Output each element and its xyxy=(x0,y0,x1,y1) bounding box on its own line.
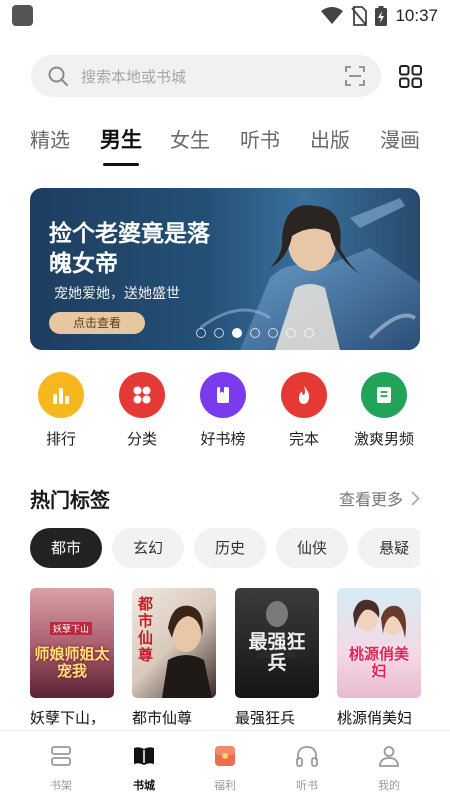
hot-tags-title: 热门标签 xyxy=(30,488,110,512)
entry-good-books-circle xyxy=(200,372,246,418)
tab-featured[interactable]: 精选 xyxy=(30,124,70,153)
book-cover: 最强狂兵 xyxy=(235,588,319,698)
nav-label: 书架 xyxy=(50,779,72,792)
cover-title: 最强狂兵 xyxy=(248,631,306,674)
status-bar: 10:37 xyxy=(0,0,450,32)
nav-bookstore[interactable]: 书城 xyxy=(114,743,174,793)
book-title: 桃源俏美妇 xyxy=(337,709,413,727)
entry-ranking[interactable]: 排行 xyxy=(21,372,101,449)
bookstore-icon xyxy=(134,747,154,765)
tag-chip-city[interactable]: 都市 xyxy=(30,528,103,568)
entry-good-books[interactable]: 好书榜 xyxy=(183,372,263,449)
entry-label: 完本 xyxy=(288,430,319,448)
search-bar[interactable]: 搜索本地或书城 xyxy=(31,55,381,97)
promo-banner[interactable]: 捡个老婆竟是落魄女帝 宠她爱她，送她盛世 点击查看 xyxy=(30,188,420,350)
book-card[interactable]: 最强狂兵 最强狂兵 xyxy=(235,588,319,728)
book-cover: 桃源俏美妇 xyxy=(337,588,421,698)
entry-male-hot[interactable]: 激爽男频 xyxy=(344,372,424,449)
entry-completed-circle xyxy=(281,372,327,418)
book-card[interactable]: 都市仙尊 都市仙尊 xyxy=(132,588,216,728)
book-cover: 都市仙尊 xyxy=(132,588,216,698)
profile-icon xyxy=(379,746,399,767)
search-icon xyxy=(48,66,68,86)
banner-dot[interactable] xyxy=(250,328,260,338)
tab-audiobook[interactable]: 听书 xyxy=(240,124,280,153)
banner-subtitle: 宠她爱她，送她盛世 xyxy=(54,286,180,302)
view-more-link[interactable]: 查看更多 xyxy=(339,486,420,510)
tag-chip-fantasy[interactable]: 玄幻 xyxy=(112,528,185,568)
book-list: 妖孽下山 师娘师姐太宠我 妖孽下山， 都市仙尊 都市仙尊 最强狂兵 最强狂兵 桃… xyxy=(30,588,450,730)
banner-view-button[interactable]: 点击查看 xyxy=(49,312,145,334)
nav-profile[interactable]: 我的 xyxy=(359,743,419,793)
book-title: 妖孽下山， xyxy=(30,709,106,727)
banner-title: 捡个老婆竟是落魄女帝 xyxy=(49,221,210,277)
entry-ranking-circle xyxy=(38,372,84,418)
bar-chart-icon xyxy=(53,388,69,404)
bookmark-icon xyxy=(217,387,229,403)
cover-top-text: 妖孽下山 xyxy=(50,622,93,635)
entry-category[interactable]: 分类 xyxy=(102,372,182,449)
book-card[interactable]: 桃源俏美妇 桃源俏美妇 xyxy=(337,588,421,728)
banner-dot[interactable] xyxy=(286,328,296,338)
cover-title: 桃源俏美妇 xyxy=(348,645,409,680)
nav-audiobook[interactable]: 听书 xyxy=(277,743,337,793)
nav-bookshelf[interactable]: 书架 xyxy=(31,743,91,793)
nav-label: 我的 xyxy=(378,779,400,792)
book-icon xyxy=(377,387,391,403)
quick-entries: 排行 分类 好书榜 完本 激爽男频 xyxy=(0,372,450,452)
wifi-icon xyxy=(321,7,344,24)
cover-figure xyxy=(162,605,212,698)
clock: 10:37 xyxy=(395,6,438,25)
nav-label: 书城 xyxy=(133,779,155,792)
nav-welfare[interactable]: 福利 xyxy=(195,743,255,793)
tag-chip-history[interactable]: 历史 xyxy=(194,528,267,568)
tab-female[interactable]: 女生 xyxy=(170,124,210,153)
tab-comics[interactable]: 漫画 xyxy=(380,124,420,153)
banner-illustration xyxy=(200,198,420,350)
scan-icon[interactable] xyxy=(345,66,365,86)
cover-title: 师娘师姐太宠我 xyxy=(34,645,110,680)
bottom-navigation: 书架 书城 福利 听书 我的 xyxy=(0,730,450,800)
entry-completed[interactable]: 完本 xyxy=(264,372,344,449)
entry-label: 激爽男频 xyxy=(353,430,414,448)
search-placeholder: 搜索本地或书城 xyxy=(81,68,187,86)
entry-label: 分类 xyxy=(126,430,157,448)
entry-male-hot-circle xyxy=(361,372,407,418)
entry-category-circle xyxy=(119,372,165,418)
book-title: 最强狂兵 xyxy=(235,709,296,727)
flame-icon xyxy=(299,386,310,404)
banner-dot[interactable] xyxy=(232,328,242,338)
book-title: 都市仙尊 xyxy=(132,709,193,727)
tag-chip-xianxia[interactable]: 仙侠 xyxy=(276,528,349,568)
banner-pagination xyxy=(196,328,314,338)
gift-icon xyxy=(215,746,235,766)
tag-chips: 都市 玄幻 历史 仙侠 悬疑 xyxy=(30,528,420,568)
cover-figure xyxy=(353,599,406,638)
book-cover: 妖孽下山 师娘师姐太宠我 xyxy=(30,588,114,698)
channel-tabs: 精选 男生 女生 听书 出版 漫画 xyxy=(0,118,450,168)
tag-chip-mystery[interactable]: 悬疑 xyxy=(358,528,420,568)
notification-app-icon xyxy=(12,5,33,26)
status-indicators: 10:37 xyxy=(321,4,438,28)
nav-label: 福利 xyxy=(214,779,236,792)
banner-dot[interactable] xyxy=(214,328,224,338)
tab-male[interactable]: 男生 xyxy=(100,124,142,154)
book-card[interactable]: 妖孽下山 师娘师姐太宠我 妖孽下山， xyxy=(30,588,114,728)
category-grid-icon[interactable] xyxy=(399,65,422,88)
headphones-icon xyxy=(296,746,318,767)
banner-dot[interactable] xyxy=(196,328,206,338)
category-icon xyxy=(133,386,151,404)
active-tab-indicator xyxy=(103,163,139,166)
nav-label: 听书 xyxy=(296,779,318,792)
entry-label: 好书榜 xyxy=(200,430,246,448)
banner-dot[interactable] xyxy=(268,328,278,338)
no-sim-icon xyxy=(351,6,368,26)
chevron-right-icon xyxy=(411,490,420,506)
bookshelf-icon xyxy=(51,746,71,766)
entry-label: 排行 xyxy=(45,430,76,448)
tab-published[interactable]: 出版 xyxy=(310,124,350,153)
battery-charging-icon xyxy=(375,6,388,26)
view-more-label: 查看更多 xyxy=(338,490,403,509)
banner-dot[interactable] xyxy=(304,328,314,338)
